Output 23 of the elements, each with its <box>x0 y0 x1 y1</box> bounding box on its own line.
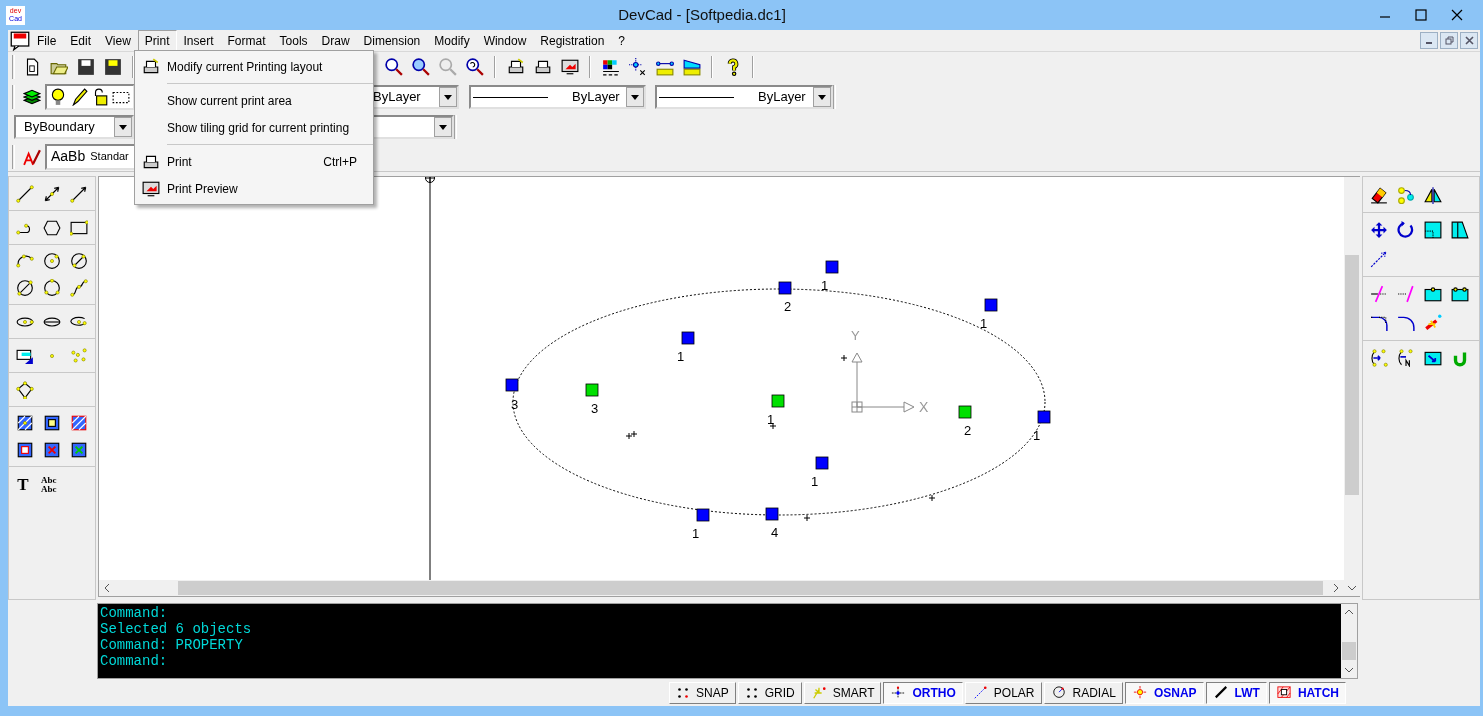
command-line: Command: <box>100 653 169 669</box>
window-title: DevCad - [Softpedia.dc1] <box>618 6 786 23</box>
tool-glyph: Abc <box>41 476 57 485</box>
text-style-name: Standar <box>90 149 129 165</box>
grip-label: 1 <box>821 278 829 293</box>
font-sample: AaBb <box>51 147 86 166</box>
tool-glyph: Abc <box>41 485 57 494</box>
grip-label: 1 <box>980 316 988 331</box>
command-line: Selected 6 objects <box>100 621 253 637</box>
grip-label: 2 <box>964 423 972 438</box>
axis-label: X <box>919 399 929 415</box>
axis-label: Y <box>851 328 860 343</box>
command-line: Command: PROPERTY <box>100 637 244 653</box>
grip-label: 4 <box>771 525 779 540</box>
grip-label: 1 <box>692 526 700 541</box>
grip-label: 3 <box>511 397 519 412</box>
grip-label: 2 <box>784 299 792 314</box>
grip-label: 1 <box>1033 428 1041 443</box>
grip-label: 1 <box>677 349 685 364</box>
grip-label: 3 <box>591 401 599 416</box>
grip-label: 1 <box>811 474 819 489</box>
grip-label: 1 <box>767 412 775 427</box>
command-line: Command: <box>100 605 169 621</box>
